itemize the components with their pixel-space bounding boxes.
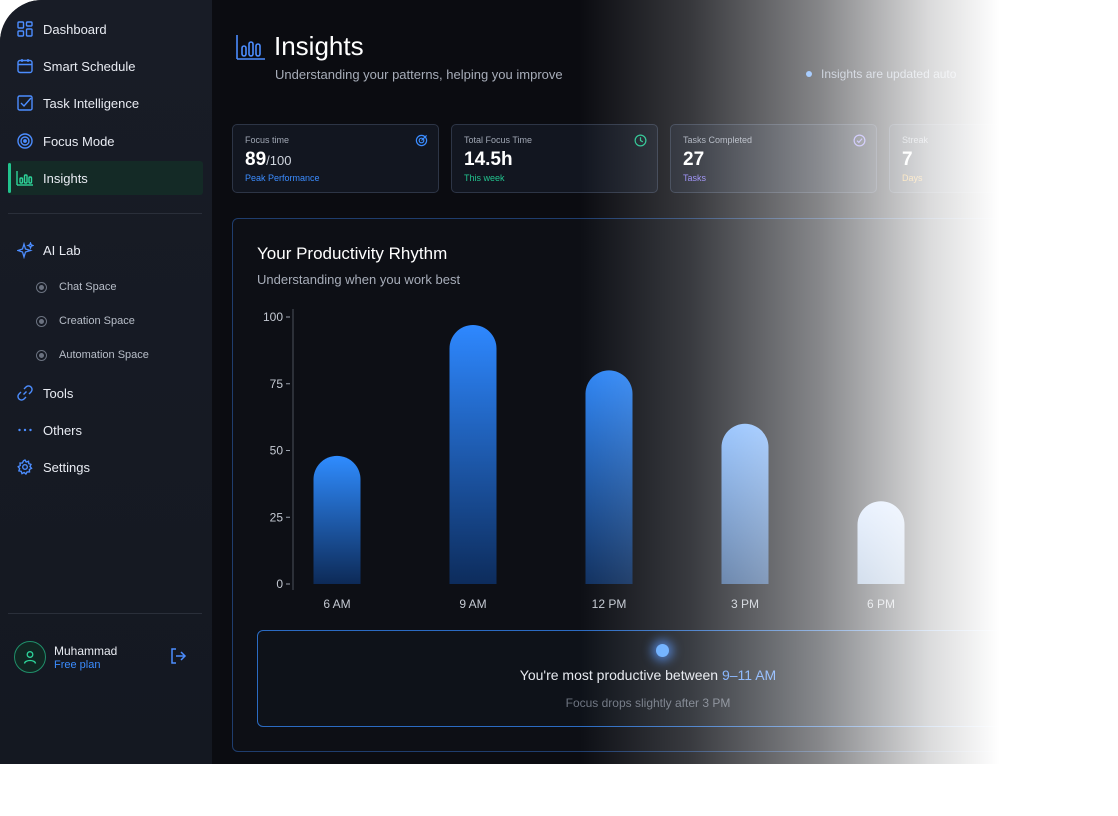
stat-card-total-focus-time[interactable]: Total Focus Time 14.5h This week (451, 124, 658, 193)
stat-note: Tasks (683, 173, 707, 183)
chart-bar[interactable] (585, 370, 633, 584)
page-title: Insights (274, 31, 364, 61)
link-icon (16, 384, 34, 402)
bar-chart-icon (16, 169, 34, 187)
productivity-bar-chart: 0 25 50 75 100 6 AM 9 AM 12 PM 3 PM 6 PM (263, 309, 905, 611)
sidebar-item-task-intelligence[interactable]: Task Intelligence (8, 86, 203, 120)
checkbox-icon (16, 94, 34, 112)
sidebar-item-smart-schedule[interactable]: Smart Schedule (8, 49, 203, 83)
stat-value: 89/100 (245, 149, 292, 170)
radio-dot-icon (36, 281, 47, 293)
clock-icon (634, 134, 647, 147)
sidebar-subitem-chat-space[interactable]: Chat Space (36, 277, 116, 297)
app-window: Dashboard Smart Schedule Task Intelligen… (0, 0, 1118, 764)
x-tick-label: 6 AM (323, 597, 350, 611)
sidebar-item-label: Focus Mode (43, 133, 115, 149)
stat-label: Focus time (245, 135, 290, 145)
y-tick-label: 75 (270, 377, 284, 391)
insight-sub: Focus drops slightly after 3 PM (565, 696, 731, 710)
sidebar-item-label: Smart Schedule (43, 58, 136, 74)
insight-highlight: 9–11 AM (721, 667, 777, 683)
target-icon (16, 132, 34, 150)
grid-icon (16, 20, 34, 38)
x-tick-label: 12 PM (592, 597, 627, 611)
insight-main: You're most productive between 9–11 AM (258, 667, 1038, 683)
logout-icon[interactable] (169, 647, 189, 667)
bar-chart-icon (236, 34, 266, 65)
stat-value: 27 (683, 149, 705, 170)
user-plan: Free plan (54, 659, 101, 671)
update-notice-text: Insights are updated auto (821, 67, 957, 81)
sidebar-divider (8, 613, 202, 614)
stat-note: Peak Performance (245, 173, 320, 183)
y-tick-label: 50 (270, 444, 284, 458)
y-tick-label: 0 (276, 577, 283, 591)
x-tick-label: 9 AM (459, 597, 486, 611)
sidebar-subitem-label: Creation Space (59, 315, 135, 327)
glow-indicator-icon (656, 644, 669, 657)
sidebar-item-others[interactable]: Others (8, 413, 203, 447)
sidebar-subitem-automation-space[interactable]: Automation Space (36, 345, 149, 365)
status-dot-icon (806, 71, 812, 77)
page-subtitle: Understanding your patterns, helping you… (275, 67, 563, 82)
radio-dot-icon (36, 349, 47, 361)
sidebar-item-label: Insights (43, 170, 88, 186)
stat-value: 7 (902, 149, 913, 170)
sidebar-item-label: AI Lab (43, 242, 81, 258)
insight-main-prefix: You're most productive between (519, 667, 722, 683)
sidebar-item-ai-lab[interactable]: AI Lab (8, 233, 203, 267)
insight-callout: You're most productive between 9–11 AM F… (257, 630, 1039, 727)
radio-dot-icon (36, 315, 47, 327)
gear-icon (16, 458, 34, 476)
update-notice: Insights are updated auto (806, 67, 956, 81)
user-icon (23, 651, 37, 664)
stat-note: This week (464, 173, 505, 183)
user-name: Muhammad (54, 644, 118, 658)
sparkle-icon (16, 241, 34, 259)
chart-bar[interactable] (313, 455, 361, 584)
y-tick-label: 100 (263, 310, 283, 324)
stat-note: Days (902, 173, 923, 183)
x-tick-label: 6 PM (867, 597, 895, 611)
calendar-icon (16, 57, 34, 75)
chart-bar[interactable] (857, 501, 905, 584)
stat-card-tasks-completed[interactable]: Tasks Completed 27 Tasks (670, 124, 877, 193)
stat-value: 14.5h (464, 149, 513, 170)
x-tick-label: 3 PM (731, 597, 759, 611)
sidebar-subitem-label: Automation Space (59, 349, 149, 361)
target-icon (415, 134, 428, 147)
sidebar-item-insights[interactable]: Insights (8, 161, 203, 195)
chart-bar[interactable] (449, 325, 497, 584)
y-tick-label: 25 (270, 510, 284, 524)
avatar[interactable] (14, 641, 46, 673)
stat-card-focus-time[interactable]: Focus time 89/100 Peak Performance (232, 124, 439, 193)
chart-bar[interactable] (721, 423, 769, 584)
stat-card-streak[interactable]: Streak 7 Days (889, 124, 1096, 193)
sidebar-item-dashboard[interactable]: Dashboard (8, 12, 203, 46)
sidebar-item-settings[interactable]: Settings (8, 450, 203, 484)
main-content: Insights Understanding your patterns, he… (212, 0, 1118, 764)
sidebar-item-label: Dashboard (43, 21, 107, 37)
sidebar-item-label: Task Intelligence (43, 95, 140, 111)
stat-suffix: /100 (266, 153, 292, 168)
stat-label: Streak (902, 135, 929, 145)
sidebar-item-label: Settings (43, 459, 90, 475)
productivity-chart-card: Your Productivity Rhythm Understanding w… (232, 218, 1064, 752)
sidebar-item-focus-mode[interactable]: Focus Mode (8, 124, 203, 158)
check-circle-icon (853, 134, 866, 147)
sidebar: Dashboard Smart Schedule Task Intelligen… (0, 0, 212, 764)
dots-icon (16, 421, 34, 439)
sidebar-item-label: Others (43, 422, 83, 438)
sidebar-item-label: Tools (43, 385, 74, 401)
sidebar-subitem-creation-space[interactable]: Creation Space (36, 311, 135, 331)
stat-label: Total Focus Time (464, 135, 533, 145)
user-profile[interactable]: Muhammad Free plan (14, 641, 204, 675)
sidebar-item-tools[interactable]: Tools (8, 376, 203, 410)
stat-label: Tasks Completed (683, 135, 753, 145)
sidebar-divider (8, 213, 202, 214)
sidebar-subitem-label: Chat Space (59, 281, 117, 293)
